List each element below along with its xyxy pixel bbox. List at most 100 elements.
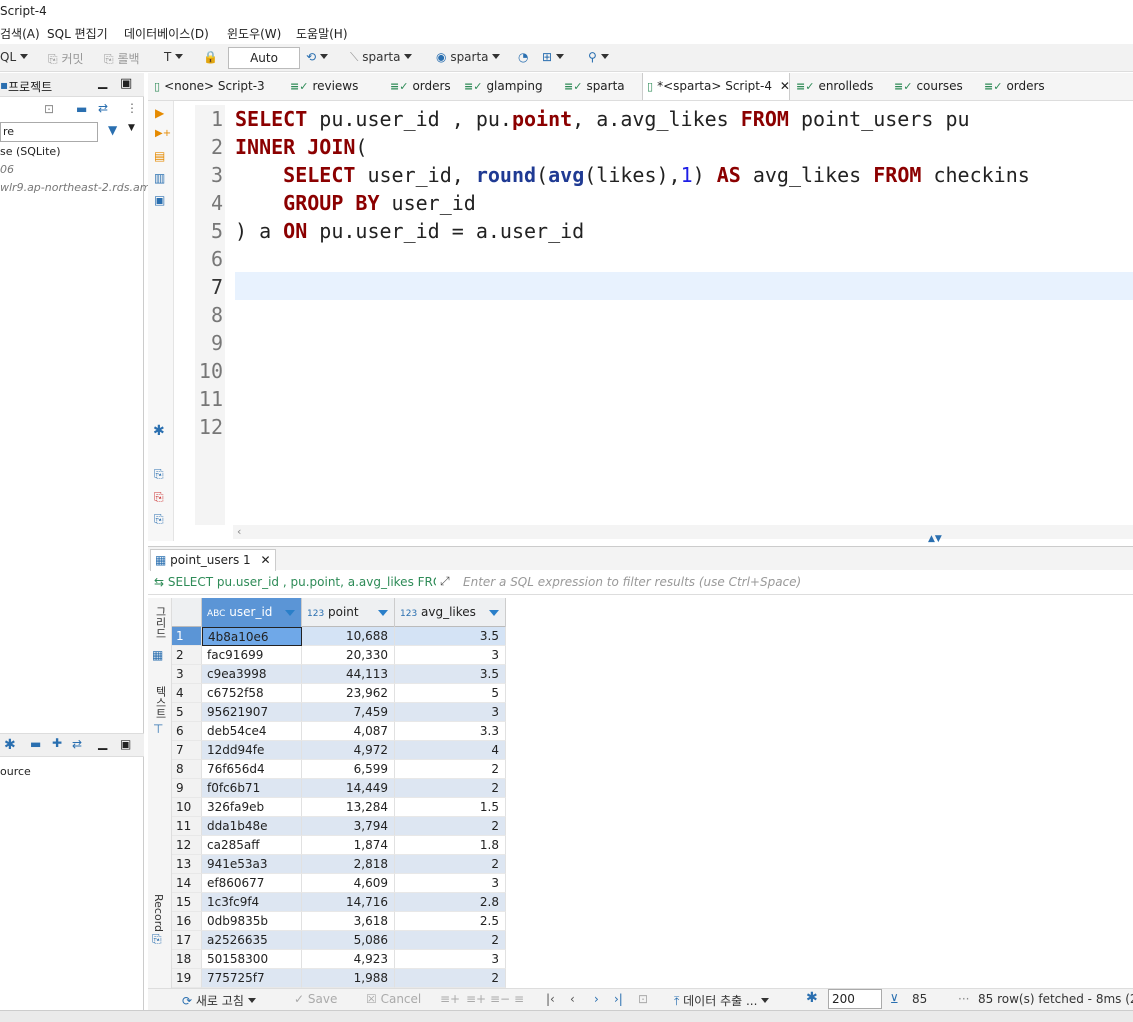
table-row[interactable]: 13 941e53a3 2,818 2	[172, 855, 506, 874]
collapse-icon[interactable]: ▬	[76, 102, 87, 116]
menu-search[interactable]: 검색(A)	[0, 25, 40, 42]
cell-point[interactable]: 44,113	[302, 665, 395, 684]
dashboard-button[interactable]: ◔	[518, 50, 528, 64]
rollback-button[interactable]: ⎘ 롤백	[104, 50, 140, 67]
execute-statement-icon[interactable]: ▶	[155, 106, 164, 120]
sort-dropdown-icon[interactable]	[489, 610, 499, 616]
cell-user-id[interactable]: 775725f7	[202, 969, 302, 988]
cell-user-id[interactable]: a2526635	[202, 931, 302, 950]
transaction-mode-button[interactable]: T	[164, 50, 184, 64]
table-row[interactable]: 12 ca285aff 1,874 1.8	[172, 836, 506, 855]
tab-reviews[interactable]: ≡✓ reviews	[286, 73, 378, 100]
column-header-avg-likes[interactable]: 123 avg_likes	[395, 598, 506, 627]
save-file-icon[interactable]: ⎘	[154, 490, 164, 505]
cell-point[interactable]: 7,459	[302, 703, 395, 722]
code-line[interactable]: INNER JOIN(	[235, 133, 367, 161]
cell-avg-likes[interactable]: 1.5	[395, 798, 506, 817]
cell-avg-likes[interactable]: 2	[395, 779, 506, 798]
cell-avg-likes[interactable]: 2	[395, 760, 506, 779]
cell-avg-likes[interactable]: 3.3	[395, 722, 506, 741]
tab-glamping[interactable]: ≡✓ glamping	[460, 73, 560, 100]
datasource-selector[interactable]: ⟍ sparta	[350, 50, 413, 65]
table-row[interactable]: 6 deb54ce4 4,087 3.3	[172, 722, 506, 741]
tab-enrolleds[interactable]: ≡✓ enrolleds	[792, 73, 888, 100]
horizontal-scrollbar[interactable]: ‹	[233, 525, 1133, 539]
more-icon[interactable]: ⋮	[126, 101, 138, 115]
fetch-limit-input[interactable]: 200	[828, 989, 882, 1009]
cell-user-id[interactable]: 50158300	[202, 950, 302, 969]
cell-user-id[interactable]: deb54ce4	[202, 722, 302, 741]
cell-avg-likes[interactable]: 3	[395, 874, 506, 893]
cell-user-id[interactable]: fac91699	[202, 646, 302, 665]
cell-point[interactable]: 3,794	[302, 817, 395, 836]
settings-icon[interactable]: ✱	[153, 423, 165, 439]
cell-user-id[interactable]: 76f656d4	[202, 760, 302, 779]
code-line[interactable]: SELECT pu.user_id , pu.point, a.avg_like…	[235, 105, 970, 133]
cell-avg-likes[interactable]: 1.8	[395, 836, 506, 855]
table-row[interactable]: 15 1c3fc9f4 14,716 2.8	[172, 893, 506, 912]
minimize-panel-icon[interactable]: ▁	[98, 736, 107, 750]
table-row[interactable]: 4 c6752f58 23,962 5	[172, 684, 506, 703]
sort-dropdown-icon[interactable]	[378, 610, 388, 616]
tree-item-host[interactable]: wlr9.ap-northeast-2.rds.am	[0, 181, 150, 194]
table-row[interactable]: 2 fac91699 20,330 3	[172, 646, 506, 665]
maximize-icon[interactable]: ▣	[120, 76, 132, 91]
column-header-user-id[interactable]: ABC user_id	[202, 598, 302, 627]
cell-user-id[interactable]: 1c3fc9f4	[202, 893, 302, 912]
cell-avg-likes[interactable]: 4	[395, 741, 506, 760]
first-page-icon[interactable]: |‹	[546, 992, 555, 1006]
link-icon[interactable]: ⇄	[98, 101, 108, 115]
cell-avg-likes[interactable]: 3	[395, 703, 506, 722]
tab-sparta[interactable]: ≡✓ sparta	[560, 73, 644, 100]
close-icon[interactable]: ✕	[780, 79, 790, 93]
menu-help[interactable]: 도움말(H)	[296, 25, 348, 42]
filter-dropdown-icon[interactable]: ▼	[128, 123, 135, 133]
save-button[interactable]: ✓ Save	[294, 992, 337, 1006]
record-view-tab[interactable]: Record	[152, 894, 165, 932]
cell-point[interactable]: 2,818	[302, 855, 395, 874]
last-page-icon[interactable]: ›|	[614, 992, 623, 1006]
code-line[interactable]: SELECT user_id, round(avg(likes),1) AS a…	[235, 161, 1030, 189]
cell-point[interactable]: 10,688	[302, 627, 395, 646]
next-page-icon[interactable]: ›	[594, 992, 599, 1006]
table-row[interactable]: 16 0db9835b 3,618 2.5	[172, 912, 506, 931]
cell-point[interactable]: 6,599	[302, 760, 395, 779]
cell-user-id[interactable]: dda1b48e	[202, 817, 302, 836]
filter-input[interactable]: Enter a SQL expression to filter results…	[463, 575, 801, 589]
copy-row-icon[interactable]: ≡+	[466, 992, 486, 1006]
tab-courses[interactable]: ≡✓ courses	[890, 73, 980, 100]
cell-avg-likes[interactable]: 2.5	[395, 912, 506, 931]
tab-orders-2[interactable]: ≡✓ orders	[980, 73, 1060, 100]
cancel-button[interactable]: ☒ Cancel	[366, 992, 421, 1006]
cell-avg-likes[interactable]: 2	[395, 855, 506, 874]
cell-point[interactable]: 14,716	[302, 893, 395, 912]
commit-button[interactable]: ⎘ 커밋	[48, 50, 84, 67]
cell-avg-likes[interactable]: 2.8	[395, 893, 506, 912]
cell-avg-likes[interactable]: 3.5	[395, 627, 506, 646]
cell-avg-likes[interactable]: 3.5	[395, 665, 506, 684]
execute-in-new-tab-icon[interactable]: ▶+	[155, 128, 171, 139]
collapse-all-icon[interactable]: ▬	[30, 737, 41, 751]
history-button[interactable]: ⟲	[306, 50, 328, 64]
grid-view-tab[interactable]: 그리드	[152, 606, 168, 639]
menu-sql-editor[interactable]: SQL 편집기	[47, 25, 108, 42]
cell-user-id[interactable]: 0db9835b	[202, 912, 302, 931]
gear-icon[interactable]: ✱	[4, 737, 16, 753]
table-row[interactable]: 8 76f656d4 6,599 2	[172, 760, 506, 779]
text-view-tab[interactable]: 텍스트	[152, 686, 168, 719]
cell-user-id[interactable]: ca285aff	[202, 836, 302, 855]
maximize-panel-icon[interactable]: ▣	[120, 737, 131, 751]
menu-window[interactable]: 윈도우(W)	[227, 25, 281, 42]
table-row[interactable]: 9 f0fc6b71 14,449 2	[172, 779, 506, 798]
new-folder-icon[interactable]: ⊡	[44, 102, 54, 116]
edit-row-icon[interactable]: ≡	[514, 992, 524, 1006]
expand-filter-icon[interactable]: ⤢	[440, 574, 450, 589]
table-row[interactable]: 1 4b8a10e6 10,688 3.5	[172, 627, 506, 646]
cell-point[interactable]: 4,972	[302, 741, 395, 760]
cell-user-id[interactable]: 326fa9eb	[202, 798, 302, 817]
terminal-icon[interactable]: ▣	[154, 193, 165, 207]
cell-point[interactable]: 4,087	[302, 722, 395, 741]
fetch-all-icon[interactable]: ⊡	[638, 992, 648, 1006]
cell-point[interactable]: 5,086	[302, 931, 395, 950]
commit-mode-field[interactable]: Auto	[228, 47, 300, 69]
